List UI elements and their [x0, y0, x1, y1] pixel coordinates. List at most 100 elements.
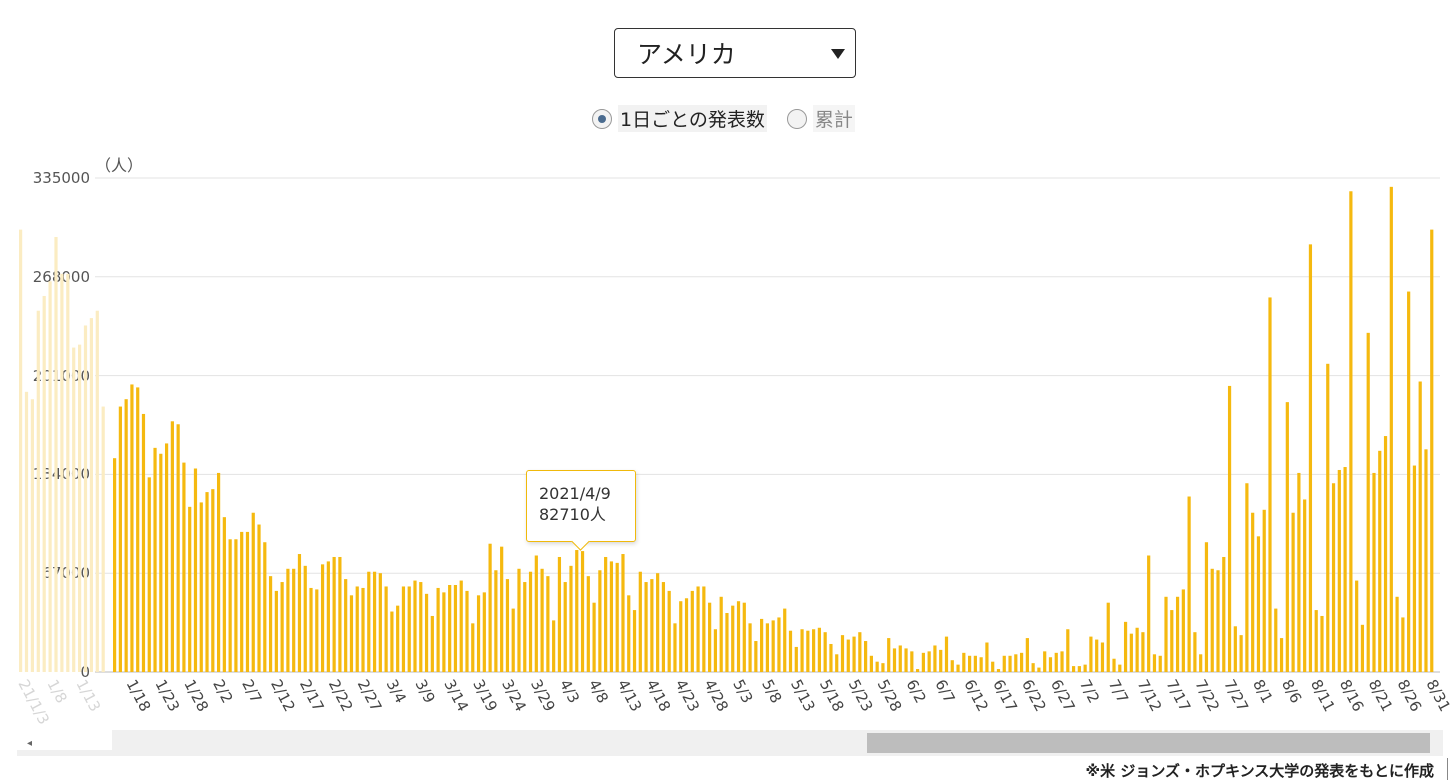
- x-tick-label: 4/28: [700, 676, 732, 714]
- x-tick-label: 1/18: [123, 676, 155, 714]
- bar: [656, 573, 660, 672]
- bar: [604, 556, 608, 672]
- bar: [251, 512, 255, 672]
- faded-bar: [30, 399, 34, 672]
- faded-x-tick-label: 1/8: [43, 676, 70, 706]
- tooltip-date: 2021/4/9: [539, 484, 611, 503]
- bar: [1175, 596, 1180, 672]
- bar: [228, 539, 232, 672]
- faded-bar: [66, 273, 70, 672]
- scrollbar-thumb[interactable]: [867, 733, 1430, 753]
- tooltip-value: 82710人: [539, 505, 606, 524]
- x-tick-label: 7/12: [1134, 676, 1166, 714]
- bar: [1222, 556, 1226, 672]
- bar: [1424, 449, 1428, 672]
- bar: [1089, 636, 1093, 672]
- x-tick-label: 7/27: [1220, 676, 1252, 714]
- bar: [1285, 402, 1289, 672]
- bar: [1308, 244, 1313, 673]
- x-tick-label: 6/2: [903, 676, 930, 706]
- x-tick-label: 2/22: [325, 676, 357, 714]
- bar: [136, 387, 140, 672]
- bar: [482, 592, 486, 672]
- x-tick-label: 5/28: [874, 676, 906, 714]
- bar: [1077, 666, 1081, 672]
- bar: [713, 629, 718, 672]
- x-tick-label: 3/9: [411, 676, 438, 706]
- faded-x-tick-label: 1/13: [72, 676, 104, 714]
- bar: [361, 587, 365, 672]
- bar: [1314, 610, 1318, 672]
- bar: [563, 582, 567, 672]
- x-tick-label: 1/28: [180, 676, 212, 714]
- bar: [794, 646, 798, 672]
- bar: [985, 642, 989, 672]
- x-tick-label: 8/16: [1336, 676, 1368, 714]
- x-tick-label: 6/7: [931, 676, 958, 706]
- x-tick-label: 5/13: [787, 676, 819, 714]
- x-tick-label: 2/12: [267, 676, 299, 714]
- x-tick-label: 7/17: [1162, 676, 1194, 714]
- bar: [245, 531, 250, 672]
- bar: [303, 565, 307, 672]
- bar: [1412, 465, 1417, 672]
- bar: [534, 555, 538, 672]
- bar: [188, 506, 192, 672]
- bar: [927, 651, 931, 672]
- bar: [1066, 629, 1070, 672]
- bar: [1002, 655, 1006, 672]
- bar: [286, 568, 290, 672]
- bar: [1360, 624, 1365, 672]
- bar: [263, 542, 267, 672]
- bar: [1355, 580, 1359, 672]
- x-tick-label: 1/23: [152, 676, 184, 714]
- bar: [973, 655, 977, 672]
- bar: [1343, 467, 1347, 672]
- bar: [754, 641, 758, 672]
- bar: [800, 629, 804, 672]
- bar: [1048, 657, 1053, 672]
- bar: [771, 620, 775, 672]
- bar: [176, 424, 180, 672]
- bar: [1060, 651, 1064, 672]
- bar: [372, 571, 377, 672]
- scroll-left-arrow-icon[interactable]: ◂: [27, 738, 32, 749]
- bar: [384, 586, 388, 672]
- bar: [823, 632, 827, 672]
- bar: [367, 571, 371, 672]
- bar: [1071, 666, 1076, 672]
- x-tick-label: 8/11: [1307, 676, 1339, 714]
- x-tick-label: 3/24: [498, 676, 530, 714]
- bar: [968, 655, 972, 672]
- bar: [355, 586, 359, 672]
- bar: [349, 595, 354, 672]
- chart-scrollbar[interactable]: ◂: [17, 730, 1443, 756]
- bar: [1008, 655, 1012, 672]
- bar: [1251, 512, 1255, 672]
- x-tick-label: 4/13: [614, 676, 646, 714]
- faded-bar: [95, 310, 99, 672]
- bar: [1297, 472, 1301, 672]
- bar: [1164, 596, 1168, 672]
- bar: [488, 543, 492, 672]
- bar: [471, 623, 475, 672]
- bar: [153, 447, 157, 672]
- x-tick-label: 7/2: [1076, 676, 1103, 706]
- bar: [436, 587, 440, 672]
- bar: [1407, 291, 1411, 672]
- bar: [679, 601, 683, 672]
- bar: [644, 582, 648, 672]
- x-tick-label: 8/21: [1365, 676, 1397, 714]
- bar: [962, 652, 966, 672]
- bar: [875, 661, 879, 672]
- bar: [1199, 654, 1203, 672]
- bar: [1019, 652, 1024, 672]
- bar: [1043, 651, 1047, 672]
- bar: [806, 630, 810, 672]
- bar: [1268, 297, 1272, 672]
- faded-bar: [54, 236, 58, 672]
- bar: [1037, 667, 1041, 672]
- faded-bar: [48, 281, 52, 672]
- x-tick-label: 5/18: [816, 676, 848, 714]
- bar: [829, 643, 833, 672]
